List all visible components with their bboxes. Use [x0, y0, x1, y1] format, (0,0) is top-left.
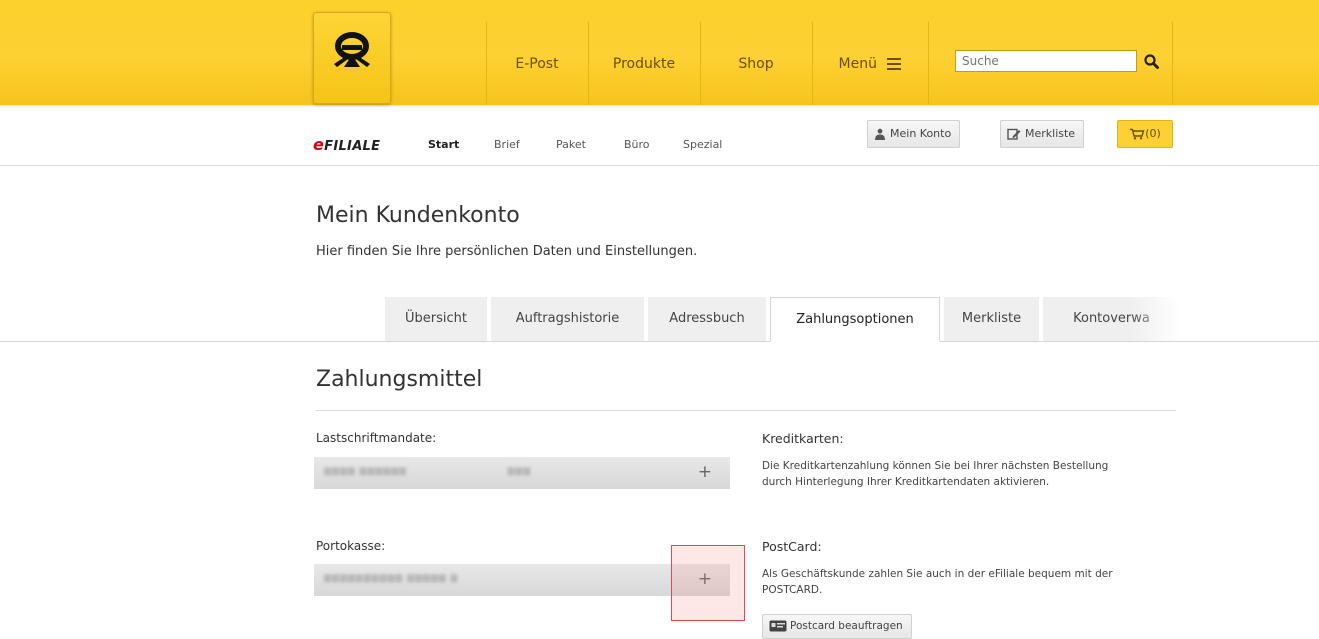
efiliale-brand-rest: FILIALE [324, 139, 381, 154]
direct-debit-field[interactable]: ▆▆▆▆ ▆▆▆▆▆▆ ▆▆▆ + [314, 457, 730, 489]
page-title: Mein Kundenkonto [316, 203, 520, 228]
postcard-text-line2: POSTCARD. [762, 584, 823, 596]
postcard-text-line1: Als Geschäftskunde zahlen Sie auch in de… [762, 568, 1113, 580]
credit-cards-text-line1: Die Kreditkartenzahlung können Sie bei I… [762, 460, 1109, 472]
top-header: E-Post Produkte Shop Menü [0, 0, 1319, 105]
add-direct-debit-button[interactable]: + [698, 462, 712, 482]
watchlist-label: Merkliste [1025, 127, 1076, 140]
subnav-brief[interactable]: Brief [494, 138, 520, 151]
subnav-start[interactable]: Start [428, 138, 459, 151]
credit-cards-title: Kreditkarten: [762, 431, 844, 446]
nav-menu[interactable]: Menü [813, 44, 927, 84]
my-account-label: Mein Konto [890, 127, 952, 140]
credit-cards-text: Die Kreditkartenzahlung können Sie bei I… [762, 458, 1192, 490]
menu-icon [887, 55, 902, 73]
tab-overflow-fade [1130, 297, 1180, 341]
efiliale-brand-e: e [313, 135, 325, 154]
subnav-spezial[interactable]: Spezial [683, 138, 722, 151]
order-postcard-button[interactable]: Postcard beauftragen [762, 614, 912, 639]
search-input[interactable] [955, 50, 1137, 72]
credit-cards-text-line2: durch Hinterlegung Ihrer Kreditkartendat… [762, 476, 1050, 488]
postage-account-field[interactable]: ▆▆▆▆▆▆▆▆▆▆ ▆▆▆▆▆ ▆ + [314, 564, 730, 596]
nav-produkte[interactable]: Produkte [589, 44, 699, 84]
tab-adressbuch[interactable]: Adressbuch [648, 297, 766, 341]
edit-list-icon [1007, 128, 1021, 140]
nav-shop[interactable]: Shop [701, 44, 811, 84]
card-icon [769, 620, 787, 632]
postcard-title: PostCard: [762, 539, 822, 554]
order-postcard-label: Postcard beauftragen [790, 620, 903, 632]
cart-button[interactable]: (0) [1117, 120, 1173, 148]
direct-debit-label: Lastschriftmandate: [316, 431, 437, 445]
nav-e-post[interactable]: E-Post [487, 44, 587, 84]
postage-account-label: Portokasse: [316, 539, 386, 553]
redacted-postage-account: ▆▆▆▆▆▆▆▆▆▆ ▆▆▆▆▆ ▆ [324, 573, 459, 583]
watchlist-button[interactable]: Merkliste [1000, 120, 1085, 148]
my-account-button[interactable]: Mein Konto [867, 120, 961, 148]
section-divider [316, 410, 1176, 411]
page-subtitle: Hier finden Sie Ihre persönlichen Daten … [316, 244, 698, 259]
tab-merkliste[interactable]: Merkliste [944, 297, 1039, 341]
posthorn-logo-icon [334, 32, 370, 67]
section-title: Zahlungsmittel [316, 367, 483, 392]
highlight-annotation [671, 545, 745, 621]
redacted-mandate: ▆▆▆▆ ▆▆▆▆▆▆ ▆▆▆ [324, 466, 532, 476]
tab-auftragshistorie[interactable]: Auftragshistorie [491, 297, 644, 341]
subbar-divider [0, 165, 1319, 166]
search-button[interactable] [1139, 51, 1165, 73]
deutsche-post-logo[interactable] [313, 12, 391, 104]
nav-menu-label: Menü [838, 56, 877, 72]
tabs-divider [0, 341, 1319, 342]
nav-separator [1172, 22, 1173, 105]
tab-uebersicht[interactable]: Übersicht [385, 297, 487, 341]
subnav-buero[interactable]: Büro [624, 138, 650, 151]
postcard-text: Als Geschäftskunde zahlen Sie auch in de… [762, 566, 1192, 598]
efiliale-brand[interactable]: eFILIALE [313, 135, 380, 154]
subnav-paket[interactable]: Paket [556, 138, 586, 151]
cart-count: (0) [1145, 127, 1161, 140]
search-icon [1144, 54, 1159, 69]
user-icon [875, 128, 885, 140]
nav-separator [928, 22, 929, 105]
tab-zahlungsoptionen[interactable]: Zahlungsoptionen [770, 297, 940, 342]
shopping-cart-icon [1130, 128, 1145, 140]
